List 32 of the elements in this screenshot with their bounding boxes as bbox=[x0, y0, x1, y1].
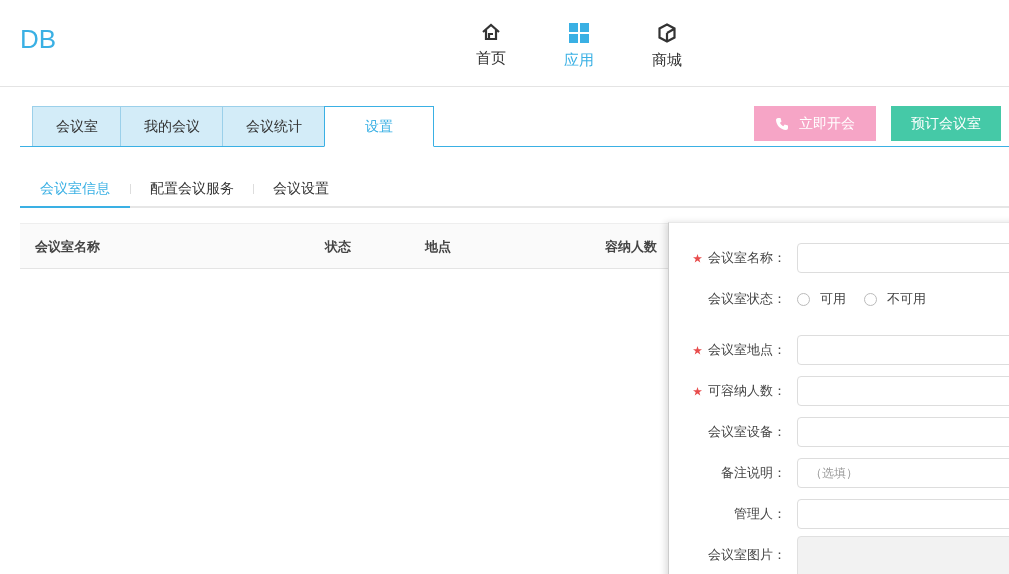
radio-label: 可用 bbox=[820, 290, 846, 308]
column-header: 状态 bbox=[325, 238, 351, 256]
input-field[interactable] bbox=[797, 376, 1009, 406]
nav-item[interactable]: 首页 bbox=[468, 22, 514, 70]
column-header: 容纳人数 bbox=[605, 238, 657, 256]
field-label: 会议室名称： bbox=[708, 249, 786, 267]
input-field[interactable]: （选填） bbox=[797, 458, 1009, 488]
column-header: 会议室名称 bbox=[35, 238, 100, 256]
field-label: 会议室设备： bbox=[708, 423, 786, 441]
input-field[interactable] bbox=[797, 499, 1009, 529]
radio-label: 不可用 bbox=[887, 290, 926, 308]
subtab[interactable]: 配置会议服务 bbox=[131, 171, 253, 208]
column-header: 地点 bbox=[425, 238, 451, 256]
cube-icon bbox=[658, 22, 676, 43]
subtab[interactable]: 会议设置 bbox=[254, 171, 348, 208]
phone-icon bbox=[775, 116, 789, 131]
tab[interactable]: 我的会议 bbox=[120, 106, 222, 146]
logo: DB bbox=[20, 24, 57, 55]
input-field[interactable] bbox=[797, 243, 1009, 273]
field-label: 会议室地点： bbox=[708, 341, 786, 359]
nav-item[interactable]: 商城 bbox=[644, 22, 690, 70]
tab[interactable]: 会议统计 bbox=[222, 106, 324, 146]
field-label: 备注说明： bbox=[721, 464, 786, 482]
input-field[interactable] bbox=[797, 335, 1009, 365]
grid-icon bbox=[569, 22, 589, 43]
field-label: 会议室图片： bbox=[708, 546, 786, 564]
field-label: 可容纳人数： bbox=[708, 382, 786, 400]
field-label: 管理人： bbox=[734, 505, 786, 523]
tab[interactable]: 会议室 bbox=[32, 106, 120, 146]
home-icon bbox=[481, 22, 501, 41]
input-field[interactable] bbox=[797, 417, 1009, 447]
field-label: 会议室状态： bbox=[708, 290, 786, 308]
